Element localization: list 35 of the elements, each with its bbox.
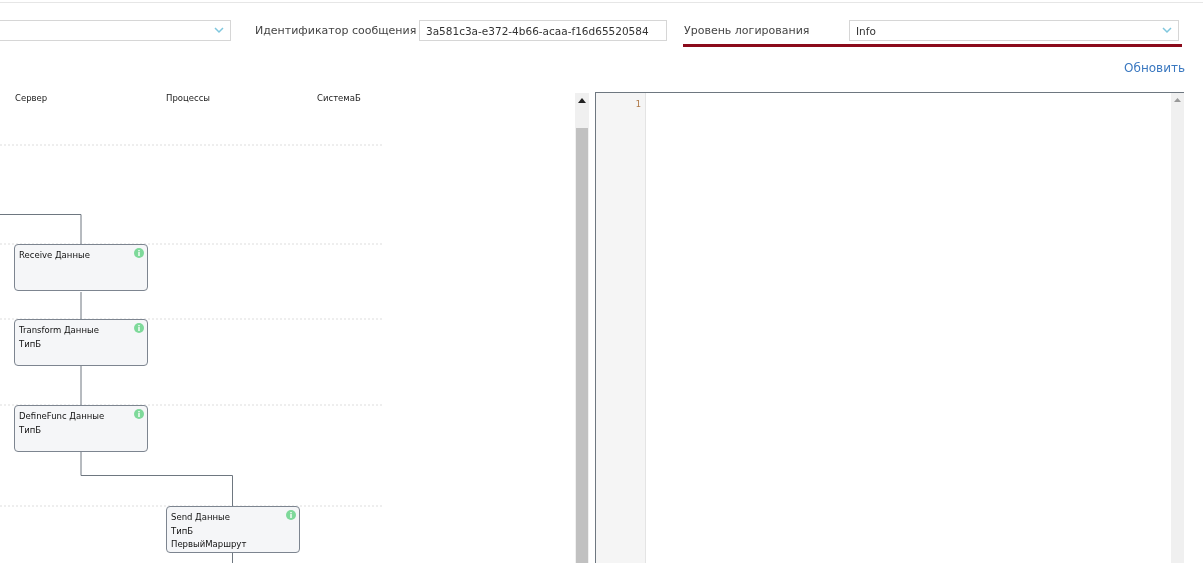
scroll-up-icon[interactable] [578,98,586,103]
process-node[interactable]: Send Данные ТипБ ПервыйМаршрут [166,506,300,553]
dropdown[interactable] [0,20,231,41]
dropdown[interactable]: Info [849,20,1179,41]
node-text: ПервыйМаршрут [171,538,247,551]
node-text: DefineFunc Данные [19,410,105,423]
refresh-link[interactable]: Обновить [1124,61,1185,75]
info-icon[interactable] [286,510,296,520]
node-text: ТипБ [19,423,42,437]
process-node[interactable]: Receive Данные [14,244,148,291]
node-text: Transform Данные [19,324,99,337]
info-icon[interactable] [134,409,144,419]
field-label: Уровень логирования [684,23,811,39]
chevron-down-icon [1162,27,1172,34]
line-number: 1 [634,99,642,109]
field-label: Идентификатор сообщения [255,23,418,39]
node-text: Send Данные [171,511,230,524]
lane-header: Сервер [15,93,48,103]
lane-header: СистемаБ [317,93,361,103]
info-icon[interactable] [134,248,144,258]
process-node[interactable]: DefineFunc Данные ТипБ [14,405,148,452]
process-node[interactable]: Transform Данные ТипБ [14,319,148,366]
info-icon[interactable] [134,323,144,333]
connector-line [232,552,233,563]
node-text: ТипБ [171,524,194,538]
chevron-down-icon [214,27,224,34]
node-text: Receive Данные [19,249,90,262]
message-id-field[interactable]: 3a581c3a-e372-4b66-acaa-f16d65520584 [419,20,667,41]
lane-header: Процессы [166,93,211,103]
node-text: ТипБ [19,337,42,351]
scrollbar[interactable] [1171,93,1184,563]
connector-line [80,365,82,406]
connector-line [80,291,82,320]
code-editor[interactable]: 1 [595,92,1184,563]
scrollbar[interactable] [575,93,589,563]
